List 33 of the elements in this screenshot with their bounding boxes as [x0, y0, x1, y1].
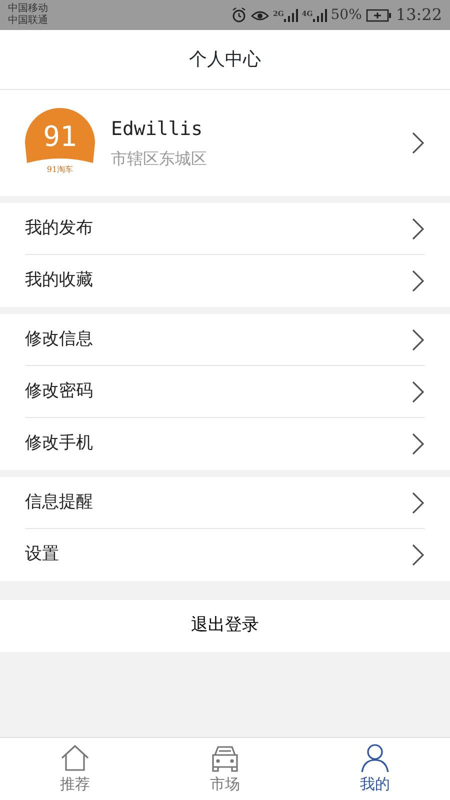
logout-button[interactable]: 退出登录: [0, 600, 450, 652]
carrier-name: 中国联通: [8, 15, 48, 27]
user-location: 市辖区东城区: [111, 148, 208, 170]
user-name: Edwillis: [111, 116, 204, 142]
profile-card[interactable]: 91 91淘车 Edwillis 市辖区东城区: [0, 90, 450, 196]
clock-time: 13:22: [396, 4, 442, 26]
signal-icon: [284, 8, 298, 22]
tab[interactable]: 我的: [300, 738, 450, 800]
carrier-name: 中国移动: [8, 3, 48, 14]
person-icon: [360, 742, 390, 773]
menu-item[interactable]: 修改手机: [25, 418, 425, 470]
chevron-icon: [411, 218, 425, 240]
signal-icon: [312, 8, 327, 22]
menu-item[interactable]: 我的收藏: [25, 255, 425, 307]
chevron-icon: [411, 544, 425, 566]
tab[interactable]: 市场: [150, 738, 300, 800]
chevron-icon: [411, 380, 425, 402]
chevron-icon: [411, 132, 425, 154]
chevron-icon: [411, 270, 425, 292]
menu-item[interactable]: 信息提醒: [25, 477, 425, 529]
menu-item[interactable]: 修改信息: [25, 314, 425, 366]
chevron-icon: [411, 492, 425, 514]
tab[interactable]: 推荐: [0, 738, 150, 800]
menu-item[interactable]: 我的发布: [25, 203, 425, 255]
page-title: 个人中心: [189, 48, 261, 72]
chevron-icon: [411, 328, 425, 350]
battery-percent: 50%: [330, 6, 362, 24]
menu-item[interactable]: 修改密码: [25, 366, 425, 418]
menu-item[interactable]: 设置: [25, 529, 425, 581]
home-icon: [60, 742, 90, 773]
chevron-icon: [411, 433, 425, 455]
alarm-icon: [231, 7, 248, 23]
battery-icon: [366, 8, 392, 22]
